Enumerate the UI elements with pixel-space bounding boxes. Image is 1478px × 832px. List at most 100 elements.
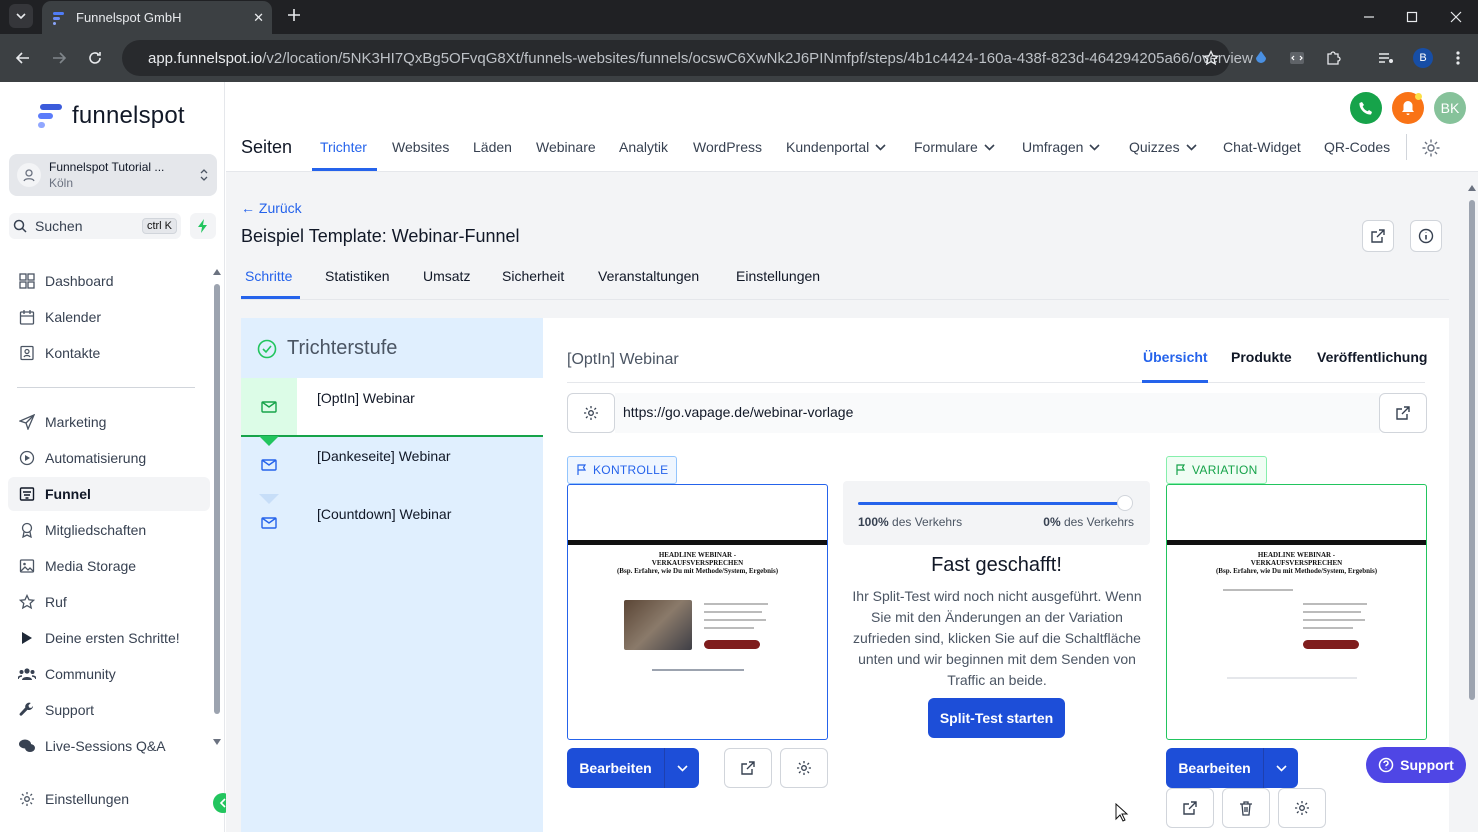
close-window-icon[interactable] [1445, 6, 1467, 28]
tab-search-button[interactable] [9, 4, 33, 28]
url-bar[interactable]: app.funnelspot.io/v2/location/5NK3HI7QxB… [122, 40, 1253, 76]
sidebar-scroll-thumb[interactable] [214, 284, 220, 714]
quick-actions-bolt-icon[interactable] [190, 213, 216, 239]
nav-trichter[interactable]: Trichter [320, 139, 367, 155]
sidebar-item-automatisierung[interactable]: Automatisierung [8, 441, 210, 475]
traffic-control-label: 100% des Verkehrs [858, 515, 963, 529]
control-settings-button[interactable] [780, 748, 828, 788]
sidebar-item-media-storage[interactable]: Media Storage [8, 549, 210, 583]
step-url[interactable]: https://go.vapage.de/webinar-vorlage [623, 404, 853, 420]
nav-kundenportal[interactable]: Kundenportal [786, 139, 886, 155]
close-tab-icon[interactable]: ✕ [253, 10, 264, 26]
control-open-button[interactable] [724, 748, 772, 788]
minimize-icon[interactable] [1358, 6, 1380, 28]
sidebar-item-community[interactable]: Community [8, 657, 210, 691]
start-split-test-button[interactable]: Split-Test starten [928, 698, 1065, 738]
url-settings-button[interactable] [567, 393, 615, 433]
sidebar-item-kontakte[interactable]: Kontakte [8, 336, 210, 370]
tab-veroeffentlichung[interactable]: Veröffentlichung [1317, 349, 1427, 365]
extension-code-icon[interactable] [1287, 48, 1307, 68]
extension-drop-icon[interactable] [1251, 48, 1271, 68]
support-button[interactable]: Support [1366, 747, 1466, 783]
funnelspot-logo[interactable]: funnelspot [36, 102, 185, 130]
info-button[interactable] [1410, 220, 1442, 252]
nav-umfragen[interactable]: Umfragen [1022, 139, 1101, 155]
user-avatar[interactable]: BK [1434, 92, 1466, 124]
media-queue-icon[interactable] [1376, 48, 1396, 68]
tab-veranstaltungen[interactable]: Veranstaltungen [598, 268, 699, 284]
variation-edit-button[interactable]: Bearbeiten [1166, 748, 1264, 788]
extensions-puzzle-icon[interactable] [1323, 48, 1343, 68]
sidebar-item-erste-schritte[interactable]: Deine ersten Schritte! [8, 621, 210, 655]
main-scroll-thumb[interactable] [1469, 200, 1475, 700]
tab-produkte[interactable]: Produkte [1231, 349, 1292, 365]
step-item[interactable]: [Dankeseite] Webinar [241, 436, 543, 504]
main-scrollbar[interactable] [1467, 184, 1477, 704]
steps-header: Trichterstufe [241, 318, 543, 380]
sidebar-item-mitgliedschaften[interactable]: Mitgliedschaften [8, 513, 210, 547]
sidebar-item-funnel[interactable]: Funnel [8, 477, 210, 511]
sidebar-item-marketing[interactable]: Marketing [8, 405, 210, 439]
control-badge: KONTROLLE [567, 456, 678, 484]
nav-qr-codes[interactable]: QR-Codes [1324, 139, 1390, 155]
sidebar-item-kalender[interactable]: Kalender [8, 300, 210, 334]
traffic-slider-track[interactable] [858, 502, 1128, 505]
nav-quizzes[interactable]: Quizzes [1129, 139, 1197, 155]
sidebar-item-label: Funnel [45, 486, 91, 502]
sidebar-item-dashboard[interactable]: Dashboard [8, 264, 210, 298]
step-item[interactable]: [Countdown] Webinar [241, 494, 543, 552]
tab-sicherheit[interactable]: Sicherheit [502, 268, 564, 284]
control-page-preview[interactable]: HEADLINE WEBINAR - VERKAUFSVERSPRECHEN (B… [567, 484, 828, 740]
back-arrow-icon[interactable] [12, 47, 34, 69]
new-tab-icon[interactable] [284, 5, 304, 25]
forward-arrow-icon[interactable] [48, 47, 70, 69]
funnel-icon [18, 485, 36, 503]
variation-page-preview[interactable]: HEADLINE WEBINAR - VERKAUFSVERSPRECHEN (B… [1166, 484, 1427, 740]
tab-schritte[interactable]: Schritte [245, 268, 292, 284]
preview-header-bar [1167, 540, 1426, 545]
nav-laeden[interactable]: Läden [473, 139, 512, 155]
browser-tab[interactable]: Funnelspot GmbH ✕ [42, 1, 272, 34]
nav-analytik[interactable]: Analytik [619, 139, 668, 155]
traffic-slider-handle[interactable] [1117, 495, 1133, 511]
variation-delete-button[interactable] [1222, 788, 1270, 828]
sidebar-item-live-sessions[interactable]: Live-Sessions Q&A [8, 729, 210, 763]
nav-chat-widget[interactable]: Chat-Widget [1223, 139, 1301, 155]
control-edit-button[interactable]: Bearbeiten [567, 748, 665, 788]
scroll-down-icon[interactable] [213, 738, 221, 746]
phone-button[interactable] [1350, 92, 1382, 124]
tab-einstellungen[interactable]: Einstellungen [736, 268, 820, 284]
open-url-button[interactable] [1379, 393, 1427, 433]
maximize-icon[interactable] [1401, 6, 1423, 28]
scroll-up-icon[interactable] [213, 268, 221, 276]
nav-formulare[interactable]: Formulare [914, 139, 995, 155]
sidebar: funnelspot Funnelspot Tutorial ... Köln … [0, 82, 233, 832]
sidebar-item-label: Einstellungen [45, 791, 130, 807]
back-link[interactable]: ← Zurück [241, 200, 302, 216]
step-item[interactable]: [OptIn] Webinar [241, 378, 543, 446]
tab-uebersicht[interactable]: Übersicht [1143, 349, 1208, 365]
search-input[interactable]: Suchen ctrl K [9, 213, 181, 239]
bookmark-star-icon[interactable] [1201, 48, 1221, 68]
variation-edit-dropdown[interactable] [1264, 748, 1298, 788]
control-edit-dropdown[interactable] [665, 748, 699, 788]
variation-open-button[interactable] [1166, 788, 1214, 828]
kebab-menu-icon[interactable] [1448, 48, 1468, 68]
profile-avatar[interactable]: B [1413, 48, 1433, 68]
reload-icon[interactable] [84, 47, 106, 69]
notifications-button[interactable] [1392, 92, 1424, 124]
sidebar-item-ruf[interactable]: Ruf [8, 585, 210, 619]
nav-settings-gear-icon[interactable] [1421, 138, 1441, 158]
sidebar-scrollbar[interactable] [213, 268, 221, 748]
sidebar-item-support[interactable]: Support [8, 693, 210, 727]
account-switcher[interactable]: Funnelspot Tutorial ... Köln [9, 154, 217, 196]
nav-websites[interactable]: Websites [392, 139, 449, 155]
open-funnel-button[interactable] [1362, 220, 1394, 252]
sidebar-item-einstellungen[interactable]: Einstellungen [8, 782, 210, 816]
scroll-up-icon[interactable] [1468, 184, 1476, 192]
tab-statistiken[interactable]: Statistiken [325, 268, 390, 284]
variation-settings-button[interactable] [1278, 788, 1326, 828]
tab-umsatz[interactable]: Umsatz [423, 268, 470, 284]
nav-webinare[interactable]: Webinare [536, 139, 596, 155]
nav-wordpress[interactable]: WordPress [693, 139, 762, 155]
